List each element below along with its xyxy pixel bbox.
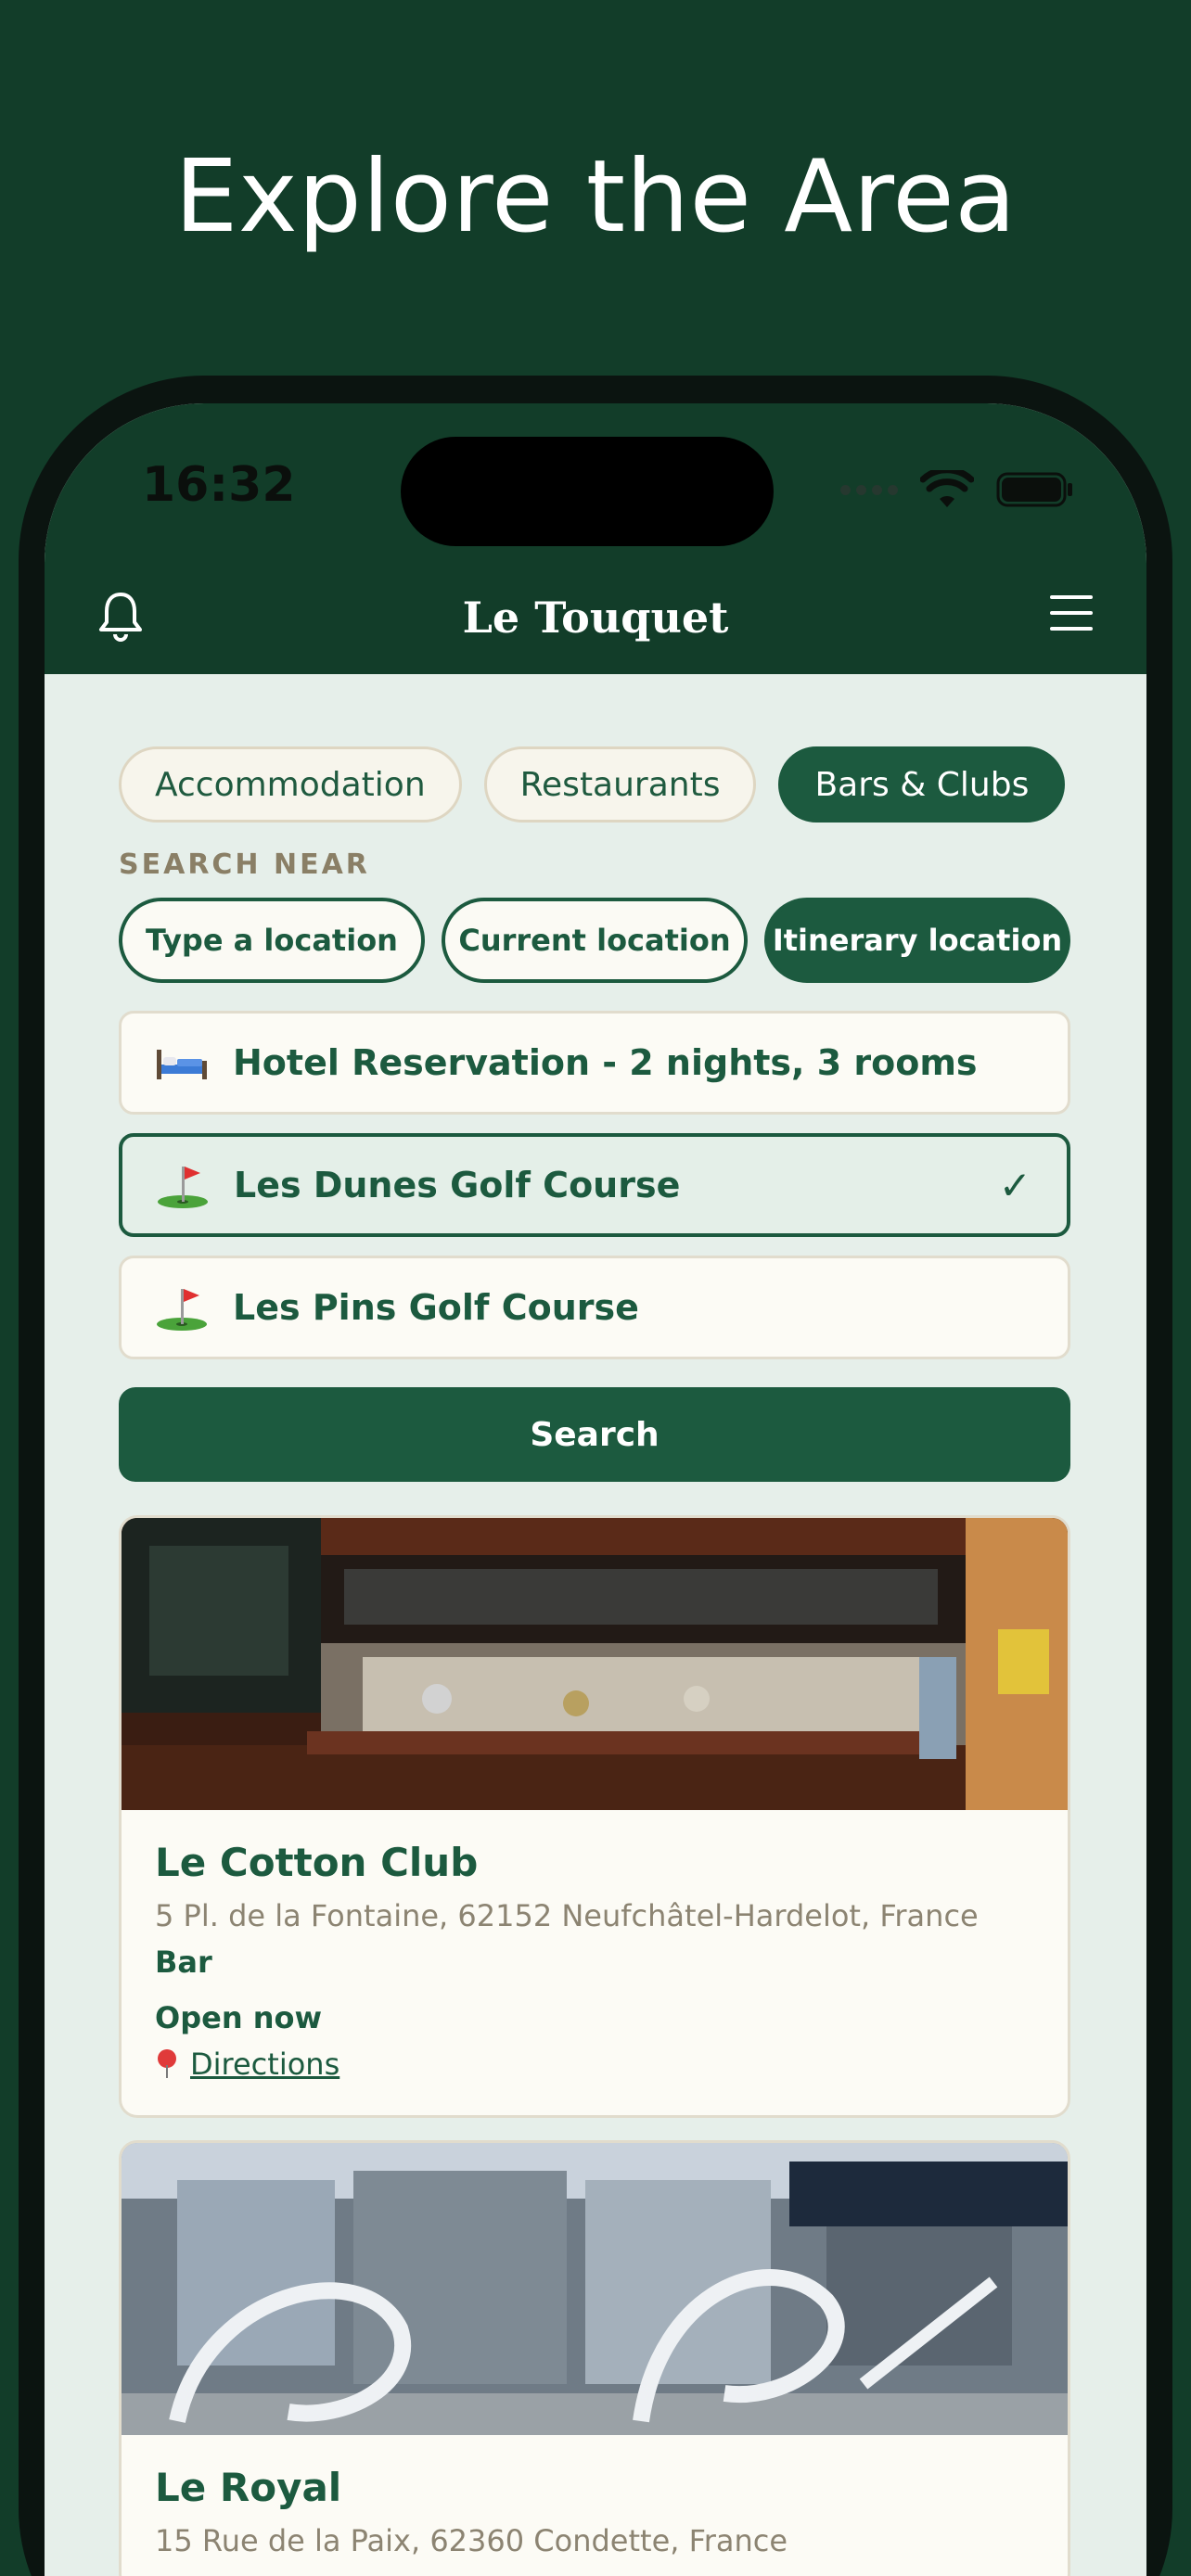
itinerary-option-les-pins[interactable]: Les Pins Golf Course (119, 1256, 1070, 1359)
itinerary-option-hotel[interactable]: Hotel Reservation - 2 nights, 3 rooms (119, 1011, 1070, 1115)
checkmark-icon: ✓ (998, 1162, 1031, 1208)
app-title: Le Touquet (462, 593, 729, 643)
tab-bars-clubs[interactable]: Bars & Clubs (778, 746, 1066, 823)
result-card[interactable]: Le Cotton Club 5 Pl. de la Fontaine, 621… (119, 1515, 1070, 2118)
directions-link[interactable]: Directions (155, 2047, 339, 2082)
itinerary-option-les-dunes[interactable]: Les Dunes Golf Course ✓ (119, 1133, 1070, 1237)
golf-flag-icon (156, 1161, 210, 1209)
itinerary-option-label: Les Dunes Golf Course (234, 1165, 681, 1205)
itinerary-option-label: Hotel Reservation - 2 nights, 3 rooms (233, 1042, 978, 1083)
bed-icon (155, 1044, 209, 1081)
itinerary-option-label: Les Pins Golf Course (233, 1287, 639, 1328)
result-open-status: Open now (155, 2000, 323, 2035)
page-headline: Explore the Area (174, 139, 1017, 255)
hamburger-menu-icon[interactable] (1048, 593, 1095, 633)
result-photo-bar-interior (122, 1518, 1068, 1810)
tab-restaurants[interactable]: Restaurants (483, 746, 757, 823)
current-location-button[interactable]: Current location (442, 898, 748, 983)
result-address: 5 Pl. de la Fontaine, 62152 Neufchâtel-H… (155, 1898, 979, 1933)
wifi-icon (920, 470, 974, 507)
result-name: Le Royal (155, 2465, 342, 2510)
result-card[interactable]: Le Royal 15 Rue de la Paix, 62360 Condet… (119, 2140, 1070, 2576)
pin-icon (158, 2049, 176, 2078)
status-icons (840, 470, 1074, 509)
cellular-signal-icon (840, 484, 898, 495)
result-address: 15 Rue de la Paix, 62360 Condette, Franc… (155, 2523, 788, 2558)
status-time: 16:32 (142, 457, 296, 513)
app-screen: 16:32 Le Touquet Accommodation Restauran… (45, 403, 1146, 2576)
search-button[interactable]: Search (119, 1387, 1070, 1482)
search-near-label: SEARCH NEAR (119, 848, 370, 881)
golf-flag-icon (155, 1283, 209, 1332)
result-photo-le-royal (122, 2143, 1068, 2435)
dynamic-island (401, 437, 774, 546)
top-bar: 16:32 Le Touquet (45, 403, 1146, 674)
result-type: Bar (155, 1945, 212, 1980)
type-location-button[interactable]: Type a location (119, 898, 425, 983)
search-near-options: Type a location Current location Itinera… (119, 898, 1070, 983)
directions-label: Directions (190, 2047, 340, 2082)
category-tabs: Accommodation Restaurants Bars & Clubs (119, 746, 1070, 823)
content-area: Accommodation Restaurants Bars & Clubs S… (119, 746, 1070, 2576)
result-name: Le Cotton Club (155, 1840, 479, 1885)
navigation-bar: Le Touquet (45, 561, 1146, 672)
itinerary-location-button[interactable]: Itinerary location (764, 898, 1070, 983)
tab-accommodation[interactable]: Accommodation (119, 746, 462, 823)
battery-icon (996, 472, 1072, 507)
